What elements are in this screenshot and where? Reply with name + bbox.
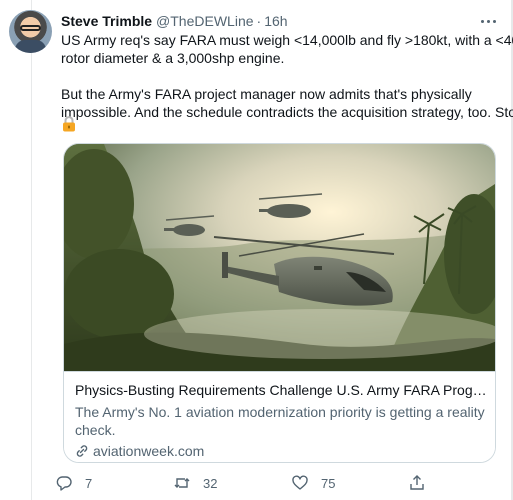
more-options-icon[interactable] bbox=[476, 12, 500, 30]
retweet-icon bbox=[174, 478, 190, 488]
retweet-button[interactable]: 32 bbox=[173, 472, 217, 494]
card-description: The Army's No. 1 aviation modernization … bbox=[75, 404, 485, 438]
card-domain: aviationweek.com bbox=[75, 443, 204, 459]
avatar-glasses bbox=[20, 25, 41, 31]
reply-icon bbox=[56, 476, 72, 491]
card-domain-text: aviationweek.com bbox=[93, 443, 205, 459]
tweet[interactable]: Steve Trimble @TheDEWLine · 16h US Army … bbox=[0, 0, 513, 500]
avatar-shirt bbox=[15, 40, 46, 53]
tweet-text-line: impossible. And the schedule contradicts… bbox=[61, 104, 513, 120]
link-card[interactable]: Physics-Busting Requirements Challenge U… bbox=[63, 143, 496, 463]
tweet-text-line: rotor diameter & a 3,000shp engine. bbox=[61, 50, 285, 66]
separator-dot: · bbox=[256, 13, 262, 29]
heart-icon bbox=[292, 475, 308, 490]
tweet-actions: 7 32 75 bbox=[55, 472, 495, 494]
tweet-text-line: US Army req's say FARA must weigh <14,00… bbox=[61, 32, 513, 48]
reply-count: 7 bbox=[85, 475, 93, 491]
tweet-timestamp[interactable]: 16h bbox=[264, 13, 287, 29]
retweet-count: 32 bbox=[203, 475, 218, 491]
tweet-text: US Army req's say FARA must weigh <14,00… bbox=[61, 31, 513, 121]
share-button[interactable] bbox=[408, 472, 426, 494]
reply-button[interactable]: 7 bbox=[55, 472, 92, 494]
author-handle[interactable]: @TheDEWLine bbox=[156, 13, 253, 29]
lock-icon bbox=[63, 116, 75, 132]
tweet-header: Steve Trimble @TheDEWLine · 16h bbox=[61, 12, 288, 30]
card-title: Physics-Busting Requirements Challenge U… bbox=[75, 382, 487, 398]
share-icon bbox=[410, 475, 424, 490]
like-count: 75 bbox=[321, 475, 336, 491]
author-name[interactable]: Steve Trimble bbox=[61, 13, 152, 29]
avatar[interactable] bbox=[9, 10, 52, 53]
card-meta[interactable]: Physics-Busting Requirements Challenge U… bbox=[64, 371, 495, 462]
tweet-text-line: But the Army's FARA project manager now … bbox=[61, 86, 472, 102]
card-image[interactable] bbox=[64, 144, 495, 371]
like-button[interactable]: 75 bbox=[291, 472, 335, 494]
link-icon bbox=[76, 445, 88, 457]
